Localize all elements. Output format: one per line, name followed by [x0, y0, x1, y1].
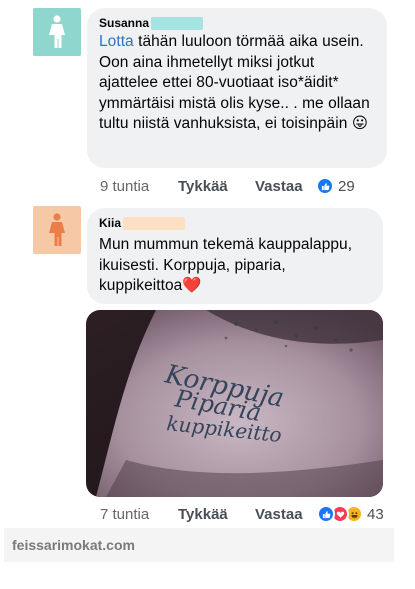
comment-bubble: Susanna Lotta tähän luuloon törmää aika …	[87, 8, 387, 168]
timestamp[interactable]: 7 tuntia	[100, 506, 149, 523]
reaction-count: 43	[367, 505, 384, 523]
wrist-tattoo-image: Korppuja Piparia kuppikeitto	[86, 310, 383, 497]
like-icon	[316, 177, 334, 195]
reply-button[interactable]: Vastaa	[255, 506, 303, 523]
like-icon	[317, 505, 335, 523]
like-button[interactable]: Tykkää	[178, 506, 228, 523]
comment-author[interactable]: Kiia	[99, 216, 121, 230]
reaction-summary[interactable]: 43	[317, 505, 384, 523]
avatar[interactable]	[33, 8, 81, 56]
reaction-summary[interactable]: 29	[316, 177, 355, 195]
tattoo-photo[interactable]: Korppuja Piparia kuppikeitto	[86, 310, 383, 497]
comment-author[interactable]: Susanna	[99, 16, 149, 30]
comment-actions: 9 tuntia Tykkää Vastaa 29	[100, 177, 400, 196]
comment-text: Mun mummun tekemä kauppalappu, ikuisesti…	[99, 236, 353, 294]
female-silhouette-icon	[49, 15, 65, 48]
timestamp[interactable]: 9 tuntia	[100, 178, 149, 195]
comment-bubble: Kiia Mun mummun tekemä kauppalappu, ikui…	[87, 208, 383, 304]
reaction-count: 29	[338, 177, 355, 195]
comment-actions: 7 tuntia Tykkää Vastaa 43	[100, 505, 400, 524]
like-button[interactable]: Tykkää	[178, 178, 228, 195]
mention-link[interactable]: Lotta	[99, 33, 134, 50]
watermark-text: feissarimokat.com	[12, 537, 135, 553]
redacted-surname	[151, 16, 204, 30]
redacted-surname	[123, 216, 186, 230]
reply-button[interactable]: Vastaa	[255, 178, 303, 195]
avatar[interactable]	[33, 206, 81, 254]
watermark-bar: feissarimokat.com	[4, 528, 394, 562]
female-silhouette-icon	[49, 213, 65, 246]
comment-text: Lotta tähän luuloon törmää aika usein. O…	[99, 33, 370, 132]
